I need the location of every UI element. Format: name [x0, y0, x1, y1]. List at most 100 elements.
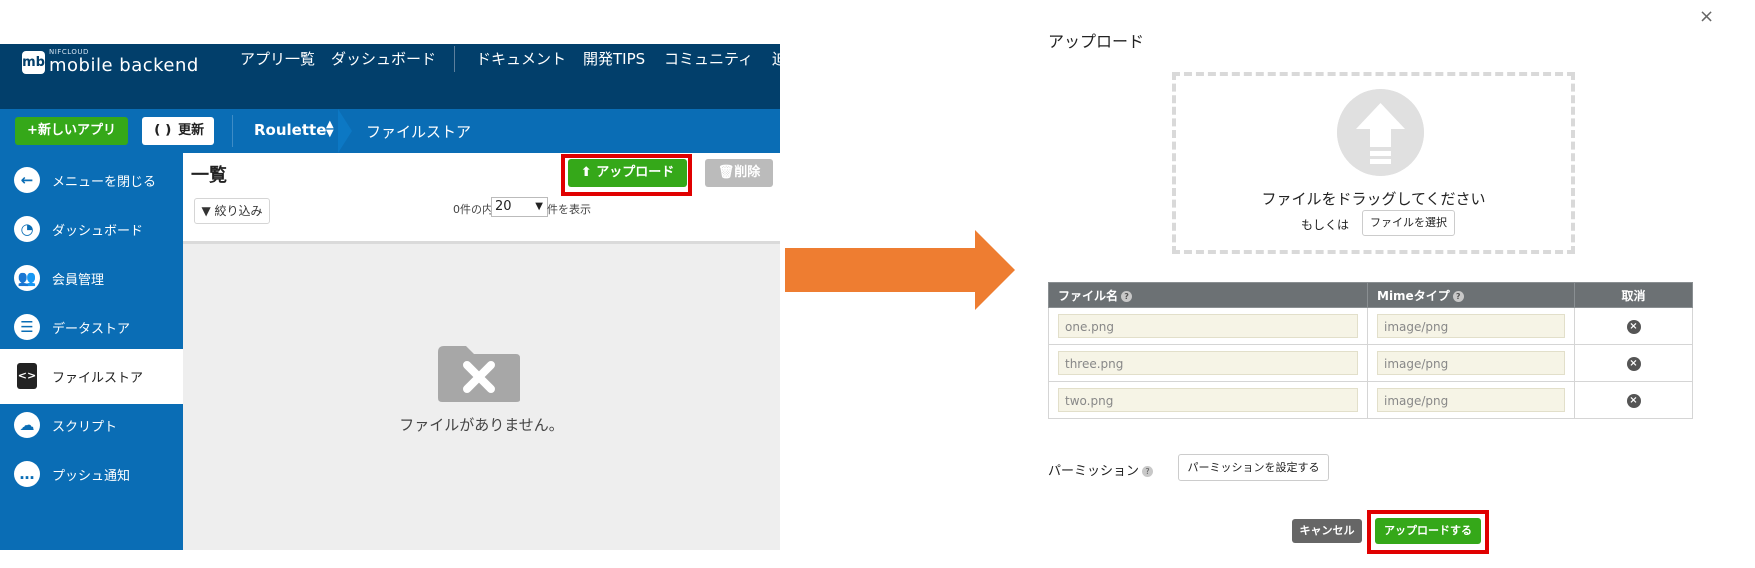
sidebar-item[interactable]: ☁ スクリプト: [0, 398, 183, 453]
file-code-icon: <>: [17, 363, 37, 389]
remove-cell: ×: [1574, 307, 1693, 345]
sidebar-item[interactable]: ◔ ダッシュボード: [0, 202, 183, 257]
sidebar-item-label: ダッシュボード: [52, 224, 144, 239]
page-size-select[interactable]: 20 ▼: [491, 197, 548, 217]
delete-label: 削除: [734, 165, 761, 180]
or-text: もしくは: [1301, 218, 1350, 232]
table-row: two.png image/png ×: [1048, 381, 1693, 419]
page-title: 一覧: [191, 165, 227, 186]
empty-folder-icon: [438, 346, 520, 402]
users-icon: 👥: [14, 265, 40, 291]
sidebar-item[interactable]: ← メニューを閉じる: [0, 153, 183, 208]
upload-dialog: × アップロード ファイルをドラッグしてください もしくは ファイルを選択 ファ…: [1035, 0, 1755, 568]
mime-input[interactable]: image/png: [1377, 351, 1565, 375]
remove-file-icon[interactable]: ×: [1626, 357, 1641, 371]
drop-instruction: ファイルをドラッグしてください: [1261, 190, 1486, 208]
column-mime: Mimeタイプ?: [1367, 282, 1575, 308]
file-table: ファイル名? Mimeタイプ? 取消 one.png image/png × thre…: [1048, 282, 1693, 419]
chevron-down-icon: ▼: [535, 201, 543, 212]
transition-arrow: [785, 230, 1015, 310]
remove-cell: ×: [1574, 344, 1693, 382]
column-filename: ファイル名?: [1048, 282, 1368, 308]
mime-cell: image/png: [1367, 344, 1575, 382]
filename-cell: three.png: [1048, 344, 1368, 382]
upload-arrow-icon: [1337, 89, 1424, 176]
file-drop-zone[interactable]: ファイルをドラッグしてください もしくは ファイルを選択: [1172, 72, 1575, 254]
table-header-row: ファイル名? Mimeタイプ? 取消: [1048, 282, 1693, 308]
sidebar-item-label: データストア: [52, 322, 131, 337]
filter-button[interactable]: ▼ 絞り込み: [194, 198, 270, 224]
cancel-button[interactable]: キャンセル: [1292, 519, 1362, 543]
refresh-label: 更新: [178, 123, 205, 138]
empty-state: ファイルがありません。: [183, 241, 780, 550]
top-navigation: mb NIFCLOUD mobile backend アプリ一覧 ダッシュボード…: [0, 44, 780, 109]
sort-arrows-icon[interactable]: ▲ ▼: [326, 120, 334, 139]
sidebar-item-label: スクリプト: [52, 420, 118, 435]
permission-label: パーミッション?: [1048, 460, 1154, 479]
sidebar-item-label: メニューを閉じる: [52, 175, 157, 190]
breadcrumb-chevron: [338, 109, 352, 153]
table-row: one.png image/png ×: [1048, 307, 1693, 345]
delete-button[interactable]: 🗑削除: [705, 159, 773, 187]
breadcrumb: ファイルストア: [366, 123, 472, 141]
logo-text: mobile backend: [49, 55, 199, 76]
nav-divider: [454, 46, 455, 72]
sidebar-item[interactable]: <> ファイルストア: [0, 349, 183, 404]
count-suffix: 件を表示: [547, 203, 591, 216]
column-mime-label: Mimeタイプ: [1377, 288, 1450, 303]
upload-label: アップロード: [596, 165, 675, 180]
nav-app-list[interactable]: アプリ一覧: [240, 48, 315, 69]
remove-file-icon[interactable]: ×: [1626, 320, 1641, 334]
nav-documents[interactable]: ドキュメント: [476, 48, 566, 69]
chat-icon: …: [14, 461, 40, 487]
filename-input[interactable]: three.png: [1058, 351, 1358, 375]
app-screenshot: mb NIFCLOUD mobile backend アプリ一覧 ダッシュボード…: [0, 44, 780, 550]
close-icon[interactable]: ×: [1699, 6, 1714, 27]
filter-label: 絞り込み: [214, 204, 263, 218]
refresh-button[interactable]: ❪❫ 更新: [142, 117, 214, 145]
mime-input[interactable]: image/png: [1377, 314, 1565, 338]
remove-cell: ×: [1574, 381, 1693, 419]
page-size-value: 20: [495, 199, 512, 214]
count-prefix: 0件の内: [453, 203, 493, 216]
app-selector[interactable]: Roulette: [254, 121, 326, 139]
upload-submit-button[interactable]: アップロードする: [1375, 518, 1481, 544]
dashboard-icon: ◔: [14, 216, 40, 242]
column-cancel: 取消: [1574, 282, 1693, 308]
help-icon[interactable]: ?: [1452, 290, 1464, 302]
mime-cell: image/png: [1367, 381, 1575, 419]
sidebar: ← メニューを閉じる ◔ ダッシュボード 👥 会員管理 ☰ データストア <> ファイルストア ☁ ス…: [0, 153, 183, 550]
permission-label-text: パーミッション: [1048, 464, 1140, 479]
nav-dev-tips[interactable]: 開発TIPS: [583, 48, 645, 69]
filename-input[interactable]: one.png: [1058, 314, 1358, 338]
choose-file-button[interactable]: ファイルを選択: [1362, 210, 1455, 236]
filename-input[interactable]: two.png: [1058, 388, 1358, 412]
sidebar-item[interactable]: 👥 会員管理: [0, 251, 183, 306]
set-permission-button[interactable]: パーミッションを設定する: [1178, 454, 1329, 481]
nav-dashboard[interactable]: ダッシュボード: [331, 48, 436, 69]
logo-badge: mb: [22, 51, 45, 74]
new-app-button[interactable]: +新しいアプリ: [15, 117, 128, 145]
file-list-panel: 一覧 ⬆ アップロード 🗑削除 ▼ 絞り込み 0件の内 20 ▼ 件を表示 ファ…: [183, 153, 780, 550]
empty-message: ファイルがありません。: [399, 416, 564, 434]
mime-cell: image/png: [1367, 307, 1575, 345]
upload-button[interactable]: ⬆ アップロード: [568, 159, 687, 187]
sidebar-item[interactable]: ☰ データストア: [0, 300, 183, 355]
sidebar-item-label: プッシュ通知: [52, 469, 131, 484]
trash-icon: 🗑: [717, 165, 735, 180]
column-filename-label: ファイル名: [1058, 288, 1119, 303]
table-row: three.png image/png ×: [1048, 344, 1693, 382]
filter-icon: ▼: [201, 204, 215, 218]
arrow-left-icon: ←: [14, 167, 40, 193]
nav-community[interactable]: コミュニティ: [664, 48, 753, 69]
mime-input[interactable]: image/png: [1377, 388, 1565, 412]
help-icon[interactable]: ?: [1121, 290, 1133, 302]
cloud-gear-icon: ☁: [14, 412, 40, 438]
help-icon[interactable]: ?: [1142, 466, 1154, 477]
nav-item-truncated[interactable]: 迫: [772, 48, 780, 69]
remove-file-icon[interactable]: ×: [1626, 394, 1641, 408]
sidebar-item-label: 会員管理: [52, 273, 105, 288]
database-icon: ☰: [14, 314, 40, 340]
sidebar-item[interactable]: … プッシュ通知: [0, 447, 183, 502]
sub-navigation: +新しいアプリ ❪❫ 更新 Roulette ▲ ▼ ファイルストア: [0, 109, 780, 153]
